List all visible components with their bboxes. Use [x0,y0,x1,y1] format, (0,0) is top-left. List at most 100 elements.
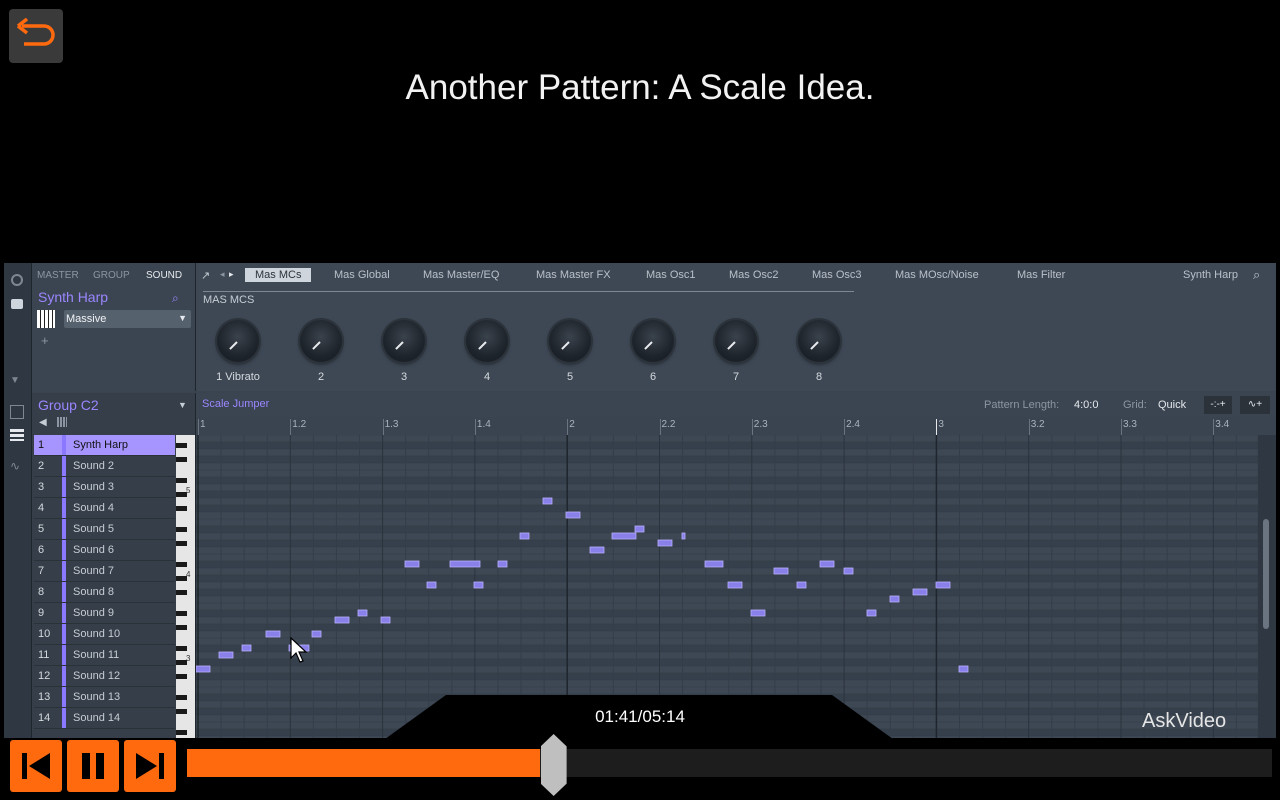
midi-note[interactable] [843,567,854,575]
knob-5[interactable] [549,320,591,362]
black-key[interactable] [176,730,187,735]
midi-note[interactable] [519,532,530,540]
black-key[interactable] [176,457,187,462]
black-key[interactable] [176,695,187,700]
sound-slot[interactable]: 8 Sound 8 [34,582,175,603]
next-page-icon[interactable]: ▸ [229,269,234,280]
sound-slot[interactable]: 4 Sound 4 [34,498,175,519]
piano-roll-keys[interactable]: 5 4 3 [176,435,195,738]
midi-note[interactable] [958,665,969,673]
vertical-scrollbar[interactable] [1258,435,1276,738]
group-name[interactable]: Group C2 [38,397,99,413]
grid-icon[interactable] [57,417,67,427]
sound-slot[interactable]: 13 Sound 13 [34,687,175,708]
midi-note[interactable] [565,511,581,519]
tab-mas-osc3[interactable]: Mas Osc3 [812,269,862,281]
black-key[interactable] [176,709,187,714]
search-icon[interactable]: ⌕ [172,291,179,306]
black-key[interactable] [176,541,187,546]
tab-mas-master-fx[interactable]: Mas Master FX [536,269,611,281]
tab-mas-osc2[interactable]: Mas Osc2 [729,269,779,281]
midi-note[interactable] [912,588,928,596]
knob-1[interactable] [217,320,259,362]
tab-group[interactable]: GROUP [93,270,130,281]
speaker-icon[interactable]: ◀ [39,417,47,428]
pattern-length-value[interactable]: 4:0:0 [1074,399,1098,411]
black-key[interactable] [176,443,187,448]
previous-button[interactable] [10,740,62,792]
black-key[interactable] [176,527,187,532]
chevron-down-icon[interactable]: ▼ [178,400,187,410]
tab-sound[interactable]: SOUND [146,270,182,281]
knob-8[interactable] [798,320,840,362]
tab-mas-osc1[interactable]: Mas Osc1 [646,269,696,281]
add-plugin-button[interactable]: + [41,333,49,348]
knob-3[interactable] [383,320,425,362]
scroll-thumb[interactable] [1263,519,1269,629]
midi-note[interactable] [704,560,724,568]
arrow-link-icon[interactable]: ↗ [201,269,210,282]
midi-note[interactable] [404,560,420,568]
tab-mas-filter[interactable]: Mas Filter [1017,269,1065,281]
midi-note[interactable] [611,532,637,540]
sound-slot[interactable]: 14 Sound 14 [34,708,175,729]
midi-note[interactable] [796,581,807,589]
tab-mas-master-eq[interactable]: Mas Master/EQ [423,269,499,281]
next-button[interactable] [124,740,176,792]
midi-note[interactable] [750,609,766,617]
pause-button[interactable] [67,740,119,792]
list-view-icon[interactable] [10,429,24,441]
progress-thumb[interactable] [540,734,567,796]
black-key[interactable] [176,478,187,483]
sound-slot[interactable]: 7 Sound 7 [34,561,175,582]
tab-mas-mosc-noise[interactable]: Mas MOsc/Noise [895,269,979,281]
midi-note[interactable] [542,497,553,505]
midi-note[interactable] [311,630,322,638]
sound-slot[interactable]: 11 Sound 11 [34,645,175,666]
knob-4[interactable] [466,320,508,362]
midi-note[interactable] [473,581,484,589]
midi-note[interactable] [357,609,368,617]
plugin-icon[interactable] [11,299,23,309]
sound-slot[interactable]: 9 Sound 9 [34,603,175,624]
midi-note[interactable] [497,560,508,568]
midi-note[interactable] [196,665,211,673]
velocity-mode-icon[interactable]: ∿+ [1240,396,1270,414]
black-key[interactable] [176,590,187,595]
sound-slot[interactable]: 5 Sound 5 [34,519,175,540]
step-mode-icon[interactable]: -:-+ [1204,396,1232,414]
sound-slot[interactable]: 2 Sound 2 [34,456,175,477]
sound-slot[interactable]: 3 Sound 3 [34,477,175,498]
black-key[interactable] [176,625,187,630]
midi-note[interactable] [218,651,234,659]
midi-note[interactable] [889,595,900,603]
knob-7[interactable] [715,320,757,362]
black-key[interactable] [176,506,187,511]
back-button[interactable] [9,9,63,63]
midi-note[interactable] [727,581,743,589]
tab-mas-mcs[interactable]: Mas MCs [245,268,312,282]
midi-note[interactable] [449,560,481,568]
midi-note[interactable] [819,560,835,568]
waveform-icon[interactable]: ∿ [10,459,20,473]
black-key[interactable] [176,611,187,616]
midi-note[interactable] [634,525,645,533]
midi-note[interactable] [866,609,877,617]
knob-2[interactable] [300,320,342,362]
collapse-icon[interactable]: ▼ [10,375,20,386]
midi-note[interactable] [426,581,437,589]
midi-note[interactable] [241,644,252,652]
search-icon[interactable]: ⌕ [1253,267,1260,283]
tab-master[interactable]: MASTER [37,270,79,281]
black-key[interactable] [176,646,187,651]
browser-icon[interactable] [10,405,24,419]
pattern-name[interactable]: Scale Jumper [202,398,269,410]
knob-6[interactable] [632,320,674,362]
midi-note[interactable] [681,532,686,540]
black-key[interactable] [176,674,187,679]
midi-note[interactable] [589,546,605,554]
plugin-selector[interactable]: Massive ▼ [64,310,191,328]
sound-slot[interactable]: 6 Sound 6 [34,540,175,561]
timeline-ruler[interactable]: 1 1.2 1.3 1.4 2 2.2 2.3 2.4 3 3.2 3.3 3.4 [196,417,1276,436]
prev-page-icon[interactable]: ◂ [220,269,225,280]
